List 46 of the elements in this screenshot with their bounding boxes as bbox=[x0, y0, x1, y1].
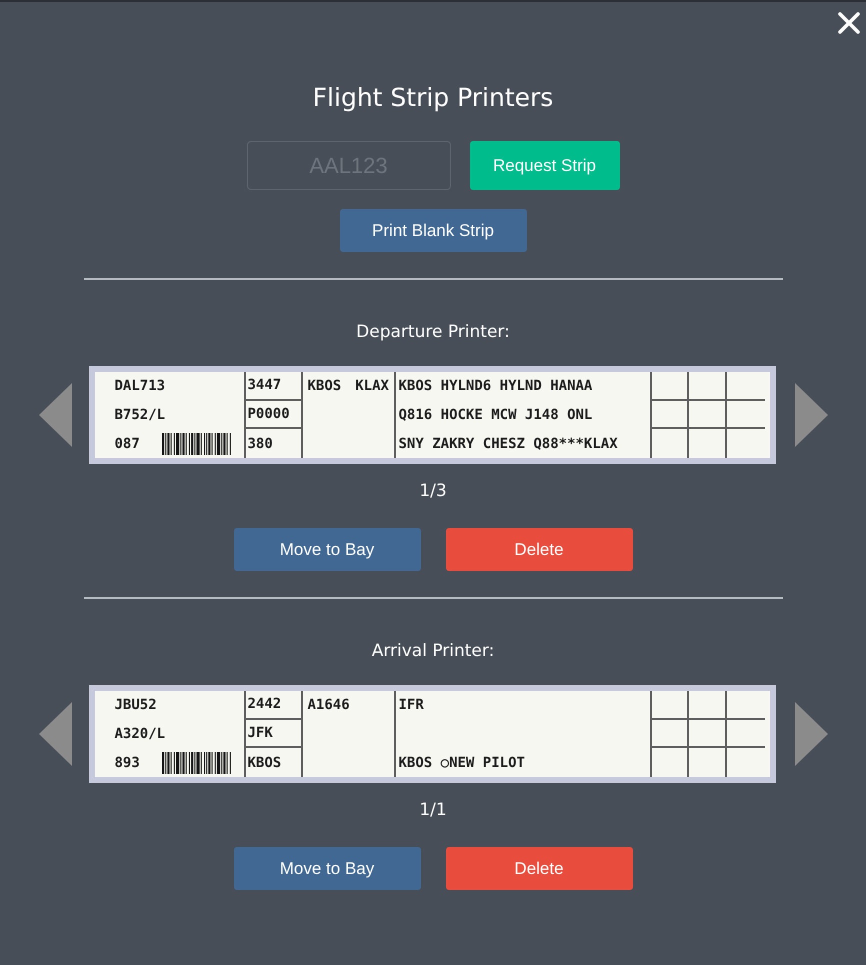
strip-text: Q816 HOCKE MCW J148 ONL bbox=[398, 408, 592, 422]
close-icon bbox=[838, 12, 860, 34]
strip-text: 3447 bbox=[248, 378, 282, 392]
strip-text: 2442 bbox=[248, 697, 282, 712]
right-triangle-icon bbox=[794, 383, 828, 447]
strip-text: KBOS HYLND6 HYLND HANAA bbox=[398, 379, 592, 394]
barcode-icon bbox=[162, 752, 232, 774]
strip-text: P0000 bbox=[248, 406, 290, 421]
empty-grid-cell bbox=[689, 372, 727, 401]
previous-strip-button[interactable] bbox=[38, 702, 72, 766]
strip-text: JFK bbox=[248, 726, 273, 740]
strip-text: DAL713 bbox=[114, 379, 166, 394]
move-to-bay-button[interactable]: Move to Bay bbox=[234, 847, 420, 890]
strip-text: 380 bbox=[248, 436, 273, 451]
printer-heading: Departure Printer: bbox=[356, 321, 510, 344]
strip-text: A1646 bbox=[308, 698, 350, 712]
strip-text: IFR bbox=[398, 698, 424, 712]
close-button[interactable] bbox=[838, 12, 860, 34]
strip-text: SNY ZAKRY CHESZ Q88***KLAX bbox=[398, 436, 618, 451]
empty-grid-cell bbox=[689, 720, 727, 748]
next-strip-button[interactable] bbox=[794, 383, 828, 447]
printer-heading: Arrival Printer: bbox=[372, 640, 494, 663]
left-triangle-icon bbox=[38, 383, 72, 447]
delete-button[interactable]: Delete bbox=[446, 847, 632, 890]
strip-text: B752/L bbox=[114, 408, 166, 422]
strip-text: 893 bbox=[114, 756, 140, 770]
strip-text: JBU52 bbox=[114, 698, 157, 712]
previous-strip-button[interactable] bbox=[38, 383, 72, 447]
strip-text: KBOS ○NEW PILOT bbox=[398, 756, 525, 770]
strip-counter: 1/1 bbox=[419, 799, 447, 822]
print-blank-strip-button[interactable]: Print Blank Strip bbox=[340, 209, 526, 252]
move-to-bay-button[interactable]: Move to Bay bbox=[234, 528, 420, 571]
strip-text: KBOS bbox=[248, 756, 282, 770]
empty-grid-cell bbox=[689, 400, 727, 430]
strip-text: KLAX bbox=[355, 379, 389, 394]
dialog-title: Flight Strip Printers bbox=[312, 82, 554, 114]
left-triangle-icon bbox=[38, 702, 72, 766]
barcode-icon bbox=[162, 432, 232, 455]
strip-counter: 1/3 bbox=[419, 480, 447, 503]
delete-button[interactable]: Delete bbox=[446, 528, 632, 571]
empty-grid-cell bbox=[689, 691, 727, 720]
strip-text: 087 bbox=[114, 436, 140, 451]
strip-text: KBOS bbox=[308, 379, 342, 394]
next-strip-button[interactable] bbox=[794, 702, 828, 766]
right-triangle-icon bbox=[794, 702, 828, 766]
strip-text: A320/L bbox=[114, 726, 166, 741]
